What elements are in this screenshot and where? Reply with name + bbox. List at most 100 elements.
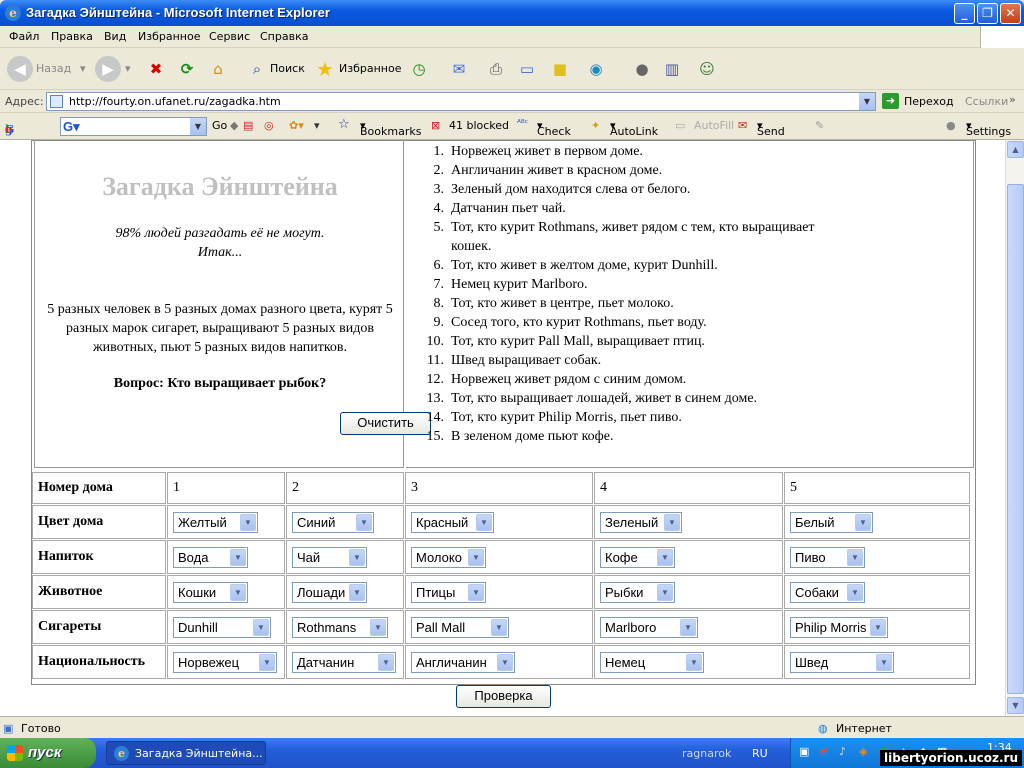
forward-arrow-icon[interactable]: ▶ bbox=[95, 56, 121, 82]
links-chevron-icon[interactable]: » bbox=[1009, 93, 1016, 106]
answer-select[interactable]: Птицы ▼ bbox=[411, 581, 486, 603]
answer-select[interactable]: Рыбки ▼ bbox=[600, 581, 675, 603]
favorites-star-icon[interactable]: ★ bbox=[312, 56, 338, 82]
bookmarks-button[interactable]: Bookmarks ▾ bbox=[360, 119, 421, 138]
links-button[interactable]: Ссылки bbox=[965, 95, 1008, 108]
spellcheck-icon[interactable]: ᴬᴮᶜ bbox=[517, 119, 528, 129]
search-button-label[interactable]: Поиск bbox=[270, 62, 305, 75]
go-arrow-icon[interactable]: ➜ bbox=[882, 93, 899, 109]
answer-select[interactable]: Синий ▼ bbox=[292, 511, 374, 533]
history-icon[interactable]: ◷ bbox=[406, 56, 432, 82]
favorites-button-label[interactable]: Избранное bbox=[339, 62, 401, 75]
sendto-button[interactable]: Send to▾ bbox=[757, 119, 785, 151]
answer-select[interactable]: Зеленый ▼ bbox=[600, 511, 682, 533]
start-button[interactable]: пуск bbox=[0, 738, 96, 768]
chevron-down-icon[interactable]: ▼ bbox=[657, 548, 673, 566]
answer-select[interactable]: Лошади ▼ bbox=[292, 581, 367, 603]
chevron-down-icon[interactable]: ▼ bbox=[680, 618, 696, 636]
google-g-icon[interactable]: G▾ bbox=[63, 119, 80, 135]
chevron-down-icon[interactable]: ▼ bbox=[497, 653, 513, 671]
chevron-down-icon[interactable]: ▼ bbox=[876, 653, 892, 671]
back-arrow-icon[interactable]: ◀ bbox=[7, 56, 33, 82]
menu-favorites[interactable]: Избранное bbox=[138, 30, 200, 43]
menu-help[interactable]: Справка bbox=[260, 30, 308, 43]
settings-icon[interactable]: ● bbox=[946, 119, 956, 132]
answer-select[interactable]: Чай ▼ bbox=[292, 546, 367, 568]
chevron-down-icon[interactable]: ▼ bbox=[847, 583, 863, 601]
check-button[interactable]: Check ▾ bbox=[537, 119, 571, 138]
tray-shield-icon[interactable]: ⛨ bbox=[819, 745, 827, 759]
tray-monitor-icon[interactable]: ▣ bbox=[799, 745, 809, 758]
answer-select[interactable]: Philip Morris ▼ bbox=[790, 616, 888, 638]
contacts-icon[interactable]: ☺ bbox=[694, 56, 720, 82]
popup-blocker-icon[interactable]: ⊠ bbox=[431, 119, 440, 132]
tray-sound-icon[interactable]: ♪ bbox=[839, 745, 846, 758]
answer-select[interactable]: Красный ▼ bbox=[411, 511, 494, 533]
forward-dropdown-icon[interactable]: ▾ bbox=[125, 62, 131, 75]
home-icon[interactable]: ⌂ bbox=[205, 56, 231, 82]
blocked-count[interactable]: 41 blocked bbox=[449, 119, 509, 132]
chevron-down-icon[interactable]: ▼ bbox=[686, 653, 702, 671]
chevron-down-icon[interactable]: ▼ bbox=[240, 513, 256, 531]
chevron-down-icon[interactable]: ▼ bbox=[468, 548, 484, 566]
address-url[interactable]: http://fourty.on.ufanet.ru/zagadka.htm bbox=[69, 95, 281, 108]
messenger-icon[interactable]: ◉ bbox=[583, 56, 609, 82]
back-button-label[interactable]: Назад bbox=[36, 62, 71, 75]
chevron-down-icon[interactable]: ▼ bbox=[378, 653, 394, 671]
google-search-dropdown-icon[interactable]: ▼ bbox=[190, 118, 206, 135]
answer-select[interactable]: Собаки ▼ bbox=[790, 581, 865, 603]
answer-select[interactable]: Rothmans ▼ bbox=[292, 616, 388, 638]
pagerank-icon[interactable]: ◎ bbox=[264, 119, 274, 132]
menu-edit[interactable]: Правка bbox=[51, 30, 93, 43]
mail-icon[interactable]: ✉ bbox=[446, 56, 472, 82]
chevron-down-icon[interactable]: ▼ bbox=[349, 548, 365, 566]
autolink-icon[interactable]: ✦ bbox=[591, 119, 600, 132]
research-icon[interactable]: ● bbox=[629, 56, 655, 82]
taskbar-item-ie[interactable]: e Загадка Эйнштейна... bbox=[106, 741, 266, 765]
answer-select[interactable]: Датчанин ▼ bbox=[292, 651, 396, 673]
menu-view[interactable]: Вид bbox=[104, 30, 126, 43]
chevron-down-icon[interactable]: ▼ bbox=[253, 618, 269, 636]
bookmarks-star-icon[interactable]: ☆ bbox=[338, 117, 350, 132]
chevron-down-icon[interactable]: ▼ bbox=[230, 548, 246, 566]
maximize-button[interactable]: ❐ bbox=[977, 3, 998, 24]
chevron-down-icon[interactable]: ▼ bbox=[468, 583, 484, 601]
stop-icon[interactable]: ✖ bbox=[143, 56, 169, 82]
answer-select[interactable]: Желтый ▼ bbox=[173, 511, 258, 533]
scroll-up-icon[interactable]: ▲ bbox=[1007, 141, 1024, 158]
google-search-input[interactable]: G▾ ▼ bbox=[60, 117, 207, 136]
news-icon[interactable]: ▤ bbox=[243, 119, 253, 132]
answer-select[interactable]: Немец ▼ bbox=[600, 651, 704, 673]
vertical-scrollbar[interactable]: ▲ ▼ bbox=[1005, 140, 1024, 716]
chevron-down-icon[interactable]: ▼ bbox=[349, 583, 365, 601]
chevron-down-icon[interactable]: ▼ bbox=[657, 583, 673, 601]
edit-icon[interactable]: ▭ bbox=[514, 56, 540, 82]
library-icon[interactable]: ▥ bbox=[659, 56, 685, 82]
toolbar-more-icon[interactable]: ▾ bbox=[314, 119, 320, 132]
google-go-chevron-icon[interactable]: ◆ bbox=[230, 119, 238, 132]
go-button[interactable]: Переход bbox=[904, 95, 954, 108]
chevron-down-icon[interactable]: ▼ bbox=[356, 513, 372, 531]
chevron-down-icon[interactable]: ▼ bbox=[855, 513, 871, 531]
answer-select[interactable]: Пиво ▼ bbox=[790, 546, 865, 568]
chevron-down-icon[interactable]: ▼ bbox=[230, 583, 246, 601]
minimize-button[interactable]: _ bbox=[954, 3, 975, 24]
print-icon[interactable]: ⎙ bbox=[483, 56, 509, 82]
menu-file[interactable]: Файл bbox=[9, 30, 39, 43]
answer-select[interactable]: Вода ▼ bbox=[173, 546, 248, 568]
chevron-down-icon[interactable]: ▼ bbox=[870, 618, 886, 636]
address-input[interactable]: http://fourty.on.ufanet.ru/zagadka.htm ▼ bbox=[46, 92, 876, 111]
answer-select[interactable]: Белый ▼ bbox=[790, 511, 873, 533]
chevron-down-icon[interactable]: ▼ bbox=[259, 653, 275, 671]
close-button[interactable]: ✕ bbox=[1000, 3, 1021, 24]
chevron-down-icon[interactable]: ▼ bbox=[476, 513, 492, 531]
tray-antivirus-icon[interactable]: ◈ bbox=[859, 745, 867, 758]
back-dropdown-icon[interactable]: ▾ bbox=[80, 62, 86, 75]
chevron-down-icon[interactable]: ▼ bbox=[664, 513, 680, 531]
answer-select[interactable]: Англичанин ▼ bbox=[411, 651, 515, 673]
search-icon[interactable]: ⌕ bbox=[244, 56, 270, 82]
chevron-down-icon[interactable]: ▼ bbox=[491, 618, 507, 636]
settings-button[interactable]: Settings ▾ bbox=[966, 119, 1011, 138]
chevron-down-icon[interactable]: ▼ bbox=[370, 618, 386, 636]
scroll-down-icon[interactable]: ▼ bbox=[1007, 697, 1024, 714]
